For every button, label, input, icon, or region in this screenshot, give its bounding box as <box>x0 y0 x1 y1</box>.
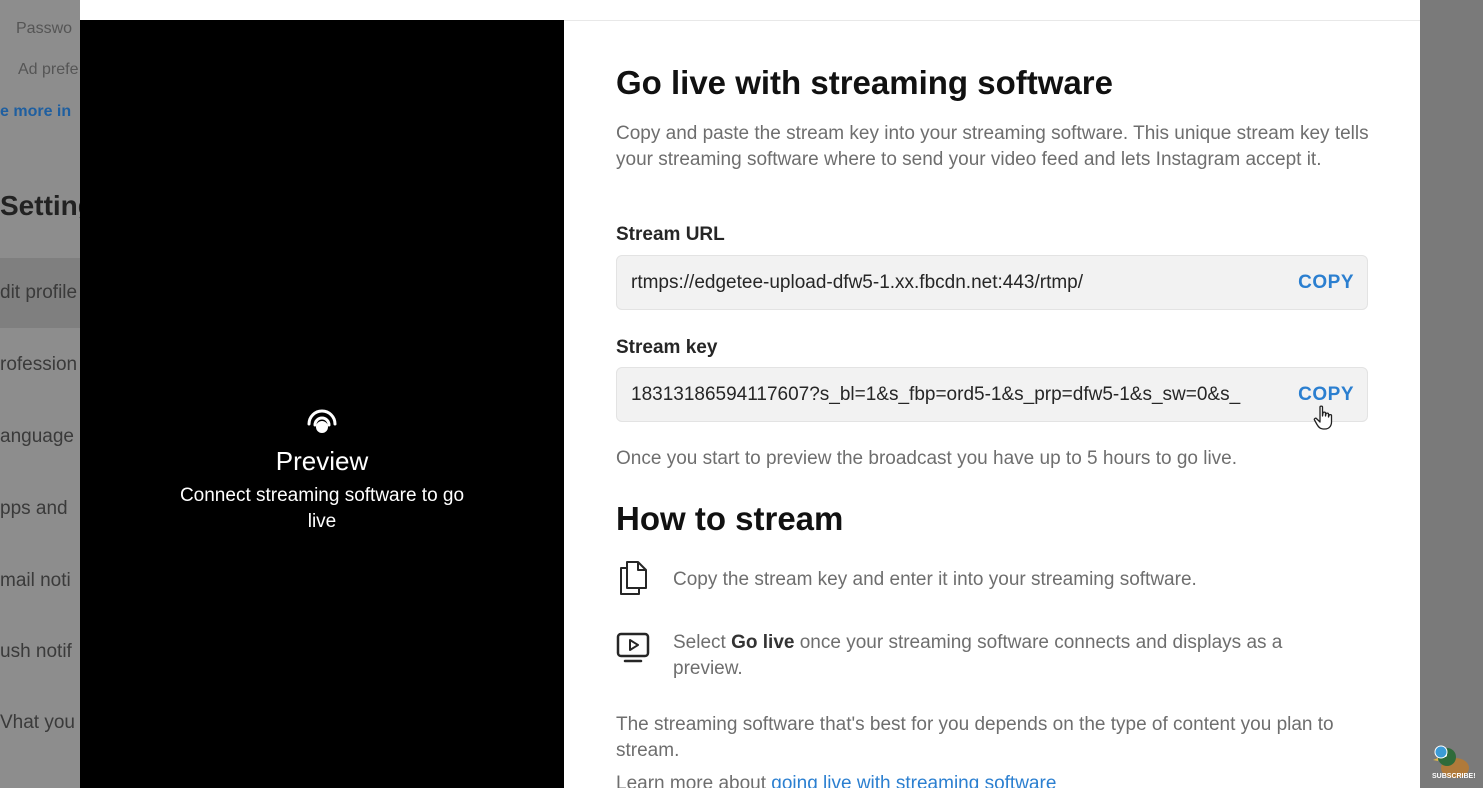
settings-item-push-notifications[interactable]: ush notif <box>0 641 72 663</box>
modal-header <box>80 0 1420 21</box>
subscribe-label: SUBSCRIBE! <box>1432 773 1476 780</box>
page-title: Go live with streaming software <box>616 64 1113 101</box>
copy-stream-url-button[interactable]: COPY <box>1298 272 1354 294</box>
step-go-live-bold: Go live <box>731 632 795 653</box>
step-go-live-prefix: Select <box>673 632 732 653</box>
stream-url-value[interactable]: rtmps://edgetee-upload-dfw5-1.xx.fbcdn.n… <box>631 272 1289 294</box>
settings-item-ad-preferences[interactable]: Ad prefe <box>18 61 78 79</box>
settings-item-password[interactable]: Passwo <box>16 20 72 38</box>
page-description: Copy and paste the stream key into your … <box>616 123 1369 170</box>
learn-more-text: Learn more about going live with streami… <box>616 773 1056 788</box>
stream-key-field[interactable]: 18313186594117607?s_bl=1&s_fbp=ord5-1&s_… <box>616 367 1368 422</box>
stream-key-label: Stream key <box>616 337 718 358</box>
learn-more-link[interactable]: going live with streaming software <box>771 773 1056 788</box>
settings-item-what-you-see[interactable]: Vhat you <box>0 712 75 734</box>
live-setup-modal: Preview Connect streaming software to go… <box>80 0 1420 788</box>
overlay-right <box>1420 0 1483 788</box>
copy-stream-key-button[interactable]: COPY <box>1298 384 1354 406</box>
preview-subtitle: Connect streaming software to go live <box>179 485 465 532</box>
settings-item-professional[interactable]: rofession <box>0 354 77 376</box>
software-advice-text: The streaming software that's best for y… <box>616 714 1334 761</box>
settings-item-email-notifications[interactable]: mail noti <box>0 570 71 592</box>
play-screen-icon <box>616 632 650 663</box>
preview-placeholder: Preview Connect streaming software to go… <box>80 408 564 535</box>
preview-title: Preview <box>275 446 369 476</box>
stream-url-label: Stream URL <box>616 224 725 245</box>
settings-item-language[interactable]: anguage <box>0 426 74 448</box>
copy-documents-icon <box>620 561 647 595</box>
settings-item-apps[interactable]: pps and <box>0 498 68 520</box>
preview-time-note: Once you start to preview the broadcast … <box>616 448 1238 469</box>
settings-see-more-link[interactable]: e more in <box>0 103 71 121</box>
stream-url-field[interactable]: rtmps://edgetee-upload-dfw5-1.xx.fbcdn.n… <box>616 255 1368 310</box>
settings-background: Passwo Ad prefe e more in Setting dit pr… <box>0 0 80 788</box>
settings-item-edit-profile[interactable]: dit profile <box>0 282 77 304</box>
learn-more-prefix: Learn more about <box>616 773 772 788</box>
settings-heading: Setting <box>0 190 80 221</box>
how-to-stream-heading: How to stream <box>616 500 844 537</box>
hand-cursor-icon <box>1313 405 1333 430</box>
step-go-live-text: Select Go live once your streaming softw… <box>673 630 1353 682</box>
step-copy-key-text: Copy the stream key and enter it into yo… <box>673 569 1197 590</box>
stream-key-value[interactable]: 18313186594117607?s_bl=1&s_fbp=ord5-1&s_… <box>631 384 1289 406</box>
preview-pane: Preview Connect streaming software to go… <box>80 20 564 788</box>
live-broadcast-icon <box>307 409 337 433</box>
